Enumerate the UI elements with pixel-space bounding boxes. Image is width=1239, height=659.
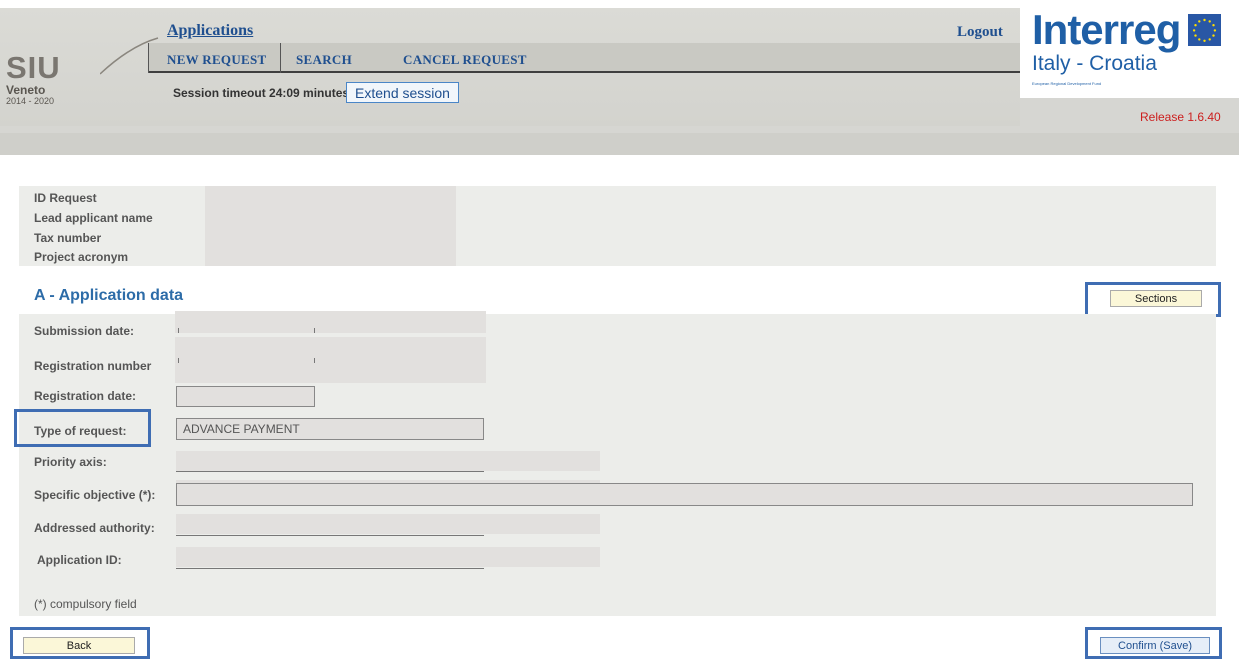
session-timeout: Session timeout 24:09 minutes [173, 86, 350, 100]
registration-date-input[interactable] [176, 386, 315, 407]
field-underline [176, 535, 484, 536]
program-name: Interreg [1032, 6, 1181, 53]
confirm-save-button[interactable]: Confirm (Save) [1100, 637, 1210, 654]
back-button[interactable]: Back [23, 637, 135, 654]
eu-flag-icon [1188, 14, 1221, 46]
project-acronym-label: Project acronym [34, 250, 129, 264]
menu-separator [148, 43, 149, 73]
field-underline [176, 568, 484, 569]
registration-number-label: Registration number [34, 359, 152, 373]
header-bottom-bar [0, 133, 1239, 155]
compulsory-note: (*) compulsory field [34, 597, 137, 611]
specific-objective-select[interactable] [176, 483, 1193, 506]
type-of-request-input[interactable]: ADVANCE PAYMENT [176, 418, 484, 440]
logout-link[interactable]: Logout [957, 24, 1003, 41]
type-of-request-value: ADVANCE PAYMENT [183, 422, 300, 436]
registration-number-field [175, 337, 486, 383]
submission-date-label: Submission date: [34, 324, 135, 338]
menu-new-request[interactable]: NEW REQUEST [167, 52, 267, 68]
fund-text: European Regional Development Fund [1032, 81, 1102, 86]
main-menu [148, 43, 1020, 73]
tax-number-label: Tax number [34, 231, 102, 245]
logo-years: 2014 - 2020 [6, 96, 55, 106]
application-id-field[interactable] [176, 547, 600, 567]
request-info-values [205, 186, 456, 266]
applications-link[interactable]: Applications [167, 22, 253, 40]
section-title: A - Application data [34, 287, 184, 304]
application-id-label: Application ID: [37, 553, 122, 567]
submission-date-field [175, 311, 486, 333]
menu-cancel-request[interactable]: CANCEL REQUEST [403, 52, 527, 68]
type-of-request-label: Type of request: [34, 424, 127, 438]
field-tick [314, 358, 315, 363]
menu-search[interactable]: SEARCH [296, 52, 352, 68]
priority-axis-label: Priority axis: [34, 455, 107, 469]
field-underline [176, 471, 484, 472]
logo-region: Veneto [6, 83, 46, 97]
request-info-panel [19, 186, 1216, 266]
field-tick [178, 358, 179, 363]
addressed-authority-label: Addressed authority: [34, 521, 155, 535]
addressed-authority-field[interactable] [176, 514, 600, 534]
id-request-label: ID Request [34, 191, 97, 205]
specific-objective-label: Specific objective (*): [34, 488, 156, 502]
program-subtitle: Italy - Croatia [1032, 52, 1157, 75]
lead-applicant-label: Lead applicant name [34, 211, 153, 225]
release-version: Release 1.6.40 [1140, 110, 1221, 124]
registration-date-label: Registration date: [34, 389, 137, 403]
siu-logo: SIU [6, 50, 61, 85]
field-tick [314, 328, 315, 333]
menu-separator [280, 43, 281, 73]
sections-button[interactable]: Sections [1110, 290, 1202, 307]
field-tick [178, 328, 179, 333]
extend-session-button[interactable]: Extend session [346, 82, 459, 103]
page: SIU Veneto 2014 - 2020 Applications NEW … [0, 0, 1239, 659]
priority-axis-field[interactable] [176, 451, 600, 471]
